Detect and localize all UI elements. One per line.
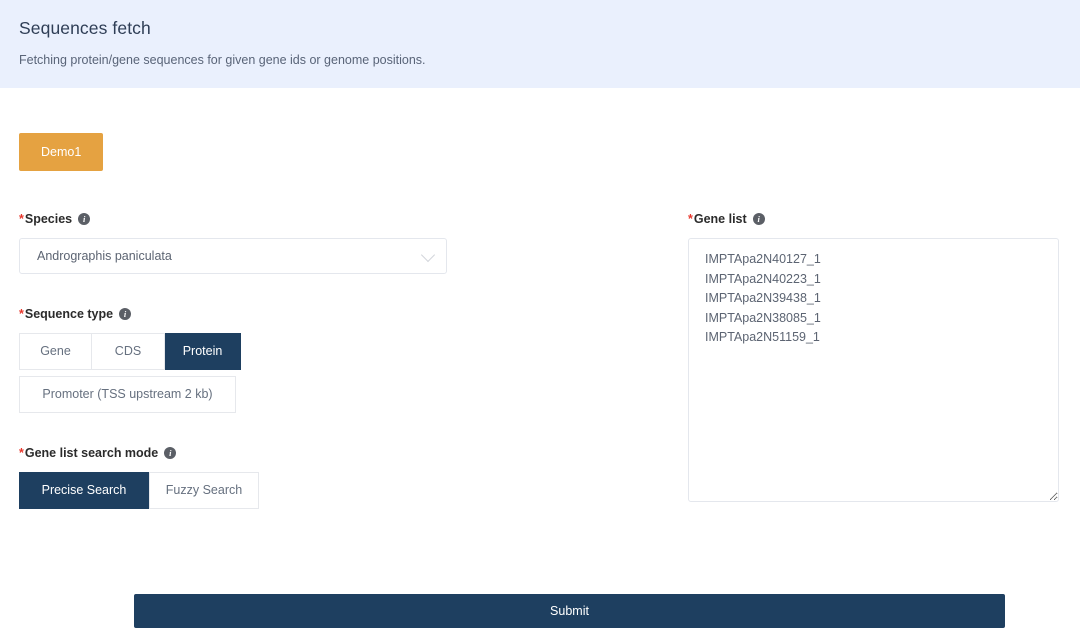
field-sequence-type: * Sequence type i Gene CDS Protein Promo… <box>19 306 674 413</box>
species-label: * Species i <box>19 211 674 227</box>
field-gene-list-search-mode: * Gene list search mode i Precise Search… <box>19 445 674 509</box>
sequence-type-label: * Sequence type i <box>19 306 674 322</box>
info-icon[interactable]: i <box>78 213 91 225</box>
form-right-column: * Gene list i <box>674 211 1061 502</box>
search-mode-option-precise[interactable]: Precise Search <box>19 472 149 509</box>
info-icon[interactable]: i <box>752 213 765 225</box>
gene-list-label-text: Gene list <box>693 212 747 226</box>
chevron-down-icon <box>420 247 436 263</box>
sequence-type-option-promoter[interactable]: Promoter (TSS upstream 2 kb) <box>19 376 236 413</box>
sequence-type-button-group-row2: Promoter (TSS upstream 2 kb) <box>19 370 674 413</box>
submit-row: Submit <box>134 594 1005 628</box>
form-columns: * Species i Andrographis paniculata * Se… <box>19 211 1061 539</box>
field-species: * Species i Andrographis paniculata <box>19 211 674 274</box>
sequence-type-label-text: Sequence type <box>24 307 114 321</box>
gene-list-label: * Gene list i <box>688 211 1061 227</box>
info-icon[interactable]: i <box>164 447 177 459</box>
sequence-type-option-gene[interactable]: Gene <box>19 333 92 370</box>
required-asterisk: * <box>19 446 24 460</box>
info-icon[interactable]: i <box>119 308 132 320</box>
species-select[interactable]: Andrographis paniculata <box>19 238 447 274</box>
species-select-value: Andrographis paniculata <box>37 249 172 263</box>
sequence-type-option-protein[interactable]: Protein <box>165 333 241 370</box>
page-title: Sequences fetch <box>19 18 151 38</box>
page-subtitle: Fetching protein/gene sequences for give… <box>19 53 426 67</box>
submit-button[interactable]: Submit <box>134 594 1005 628</box>
required-asterisk: * <box>19 212 24 226</box>
gene-list-search-mode-label: * Gene list search mode i <box>19 445 674 461</box>
demo1-button[interactable]: Demo1 <box>19 133 104 171</box>
gene-list-textarea[interactable] <box>688 238 1059 502</box>
sequence-type-option-cds[interactable]: CDS <box>92 333 165 370</box>
required-asterisk: * <box>688 212 693 226</box>
gene-list-search-mode-label-text: Gene list search mode <box>24 446 159 460</box>
form-body: Demo1 * Species i Andrographis paniculat… <box>0 88 1080 539</box>
sequence-type-button-group: Gene CDS Protein <box>19 333 674 370</box>
search-mode-button-group: Precise Search Fuzzy Search <box>19 472 674 509</box>
form-left-column: * Species i Andrographis paniculata * Se… <box>19 211 674 539</box>
search-mode-option-fuzzy[interactable]: Fuzzy Search <box>149 472 259 509</box>
demo-row: Demo1 <box>19 88 1061 171</box>
species-label-text: Species <box>24 212 73 226</box>
page-header: Sequences fetch Fetching protein/gene se… <box>0 0 1080 88</box>
required-asterisk: * <box>19 307 24 321</box>
